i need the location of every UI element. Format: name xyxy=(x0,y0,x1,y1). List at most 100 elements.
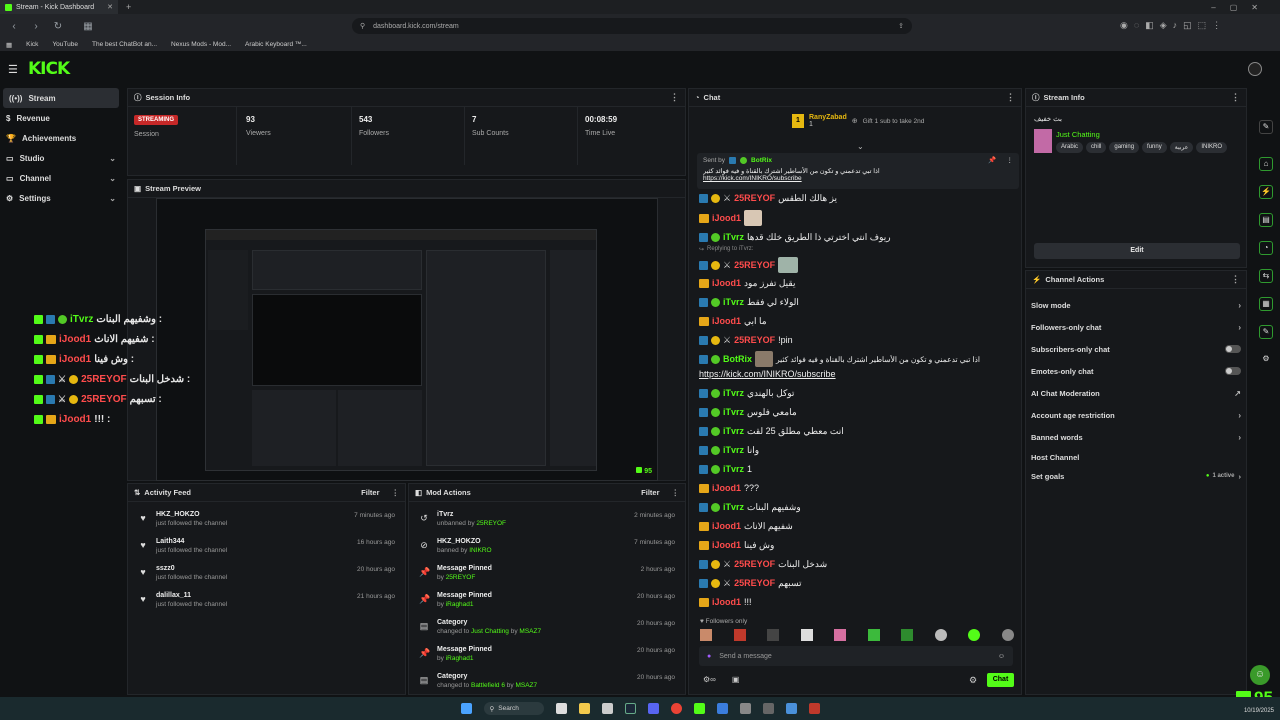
tag[interactable]: INIKRO xyxy=(1196,142,1227,153)
tag[interactable]: funny xyxy=(1142,142,1167,153)
activity-user[interactable]: Laith344 xyxy=(156,538,227,545)
apps-grid-icon[interactable]: ▦ xyxy=(82,21,94,32)
bookmark-item[interactable]: Arabic Keyboard ™... xyxy=(245,41,307,48)
more-options-icon[interactable]: ⋮ xyxy=(1231,274,1240,285)
tool-icon[interactable]: ◔ xyxy=(1259,241,1273,255)
chat-link[interactable]: https://kick.com/INIKRO/subscribe xyxy=(699,365,836,383)
tool-icon[interactable]: ⌂ xyxy=(1259,157,1273,171)
windows-start-icon[interactable] xyxy=(460,703,472,714)
tag[interactable]: عربية xyxy=(1169,142,1194,153)
forward-icon[interactable]: › xyxy=(30,21,42,32)
action-ai-moderation[interactable]: AI Chat Moderation ↗ xyxy=(1031,382,1241,404)
user-avatar[interactable] xyxy=(1248,62,1262,76)
chat-username[interactable]: iJood1 xyxy=(712,213,741,223)
stream-video[interactable]: 95 xyxy=(156,198,658,481)
mod-action-category[interactable]: Battlefield 6 xyxy=(471,682,505,689)
edit-icon[interactable]: ✎ xyxy=(1259,120,1273,134)
chat-username[interactable]: iJood1 xyxy=(712,540,741,550)
edit-button[interactable]: Edit xyxy=(1034,243,1240,259)
app-icon[interactable] xyxy=(785,703,797,714)
chat-username[interactable]: 25REYOF xyxy=(734,193,775,203)
back-icon[interactable]: ‹ xyxy=(8,21,20,32)
toggle-switch[interactable] xyxy=(1225,367,1241,375)
category-name[interactable]: Just Chatting xyxy=(1056,130,1100,139)
filter-button[interactable]: Filter xyxy=(641,488,659,497)
discord-icon[interactable] xyxy=(647,703,659,714)
action-subscribers-only[interactable]: Subscribers-only chat xyxy=(1031,338,1241,360)
bookmark-item[interactable]: The best ChatBot an... xyxy=(92,41,157,48)
app-icon[interactable] xyxy=(693,703,705,714)
more-options-icon[interactable]: ⋮ xyxy=(672,488,680,497)
mic-icon[interactable]: ● xyxy=(707,653,711,660)
tool-icon[interactable]: ⚡ xyxy=(1259,185,1273,199)
mod-action-category[interactable]: Just Chatting xyxy=(471,628,509,635)
chat-username[interactable]: iJood1 xyxy=(712,521,741,531)
tool-icon[interactable]: ✎ xyxy=(1259,325,1273,339)
more-options-icon[interactable]: ⋮ xyxy=(670,92,679,103)
action-banned-words[interactable]: Banned words › xyxy=(1031,426,1241,448)
mod-action-user[interactable]: INIKRO xyxy=(469,547,491,554)
chat-username[interactable]: iJood1 xyxy=(712,597,741,607)
mod-action-user[interactable]: 25REYOF xyxy=(476,520,506,527)
send-chat-button[interactable]: Chat xyxy=(987,673,1014,687)
chevron-down-icon[interactable]: ⌄ xyxy=(857,142,864,151)
app-icon[interactable] xyxy=(739,703,751,714)
extension-icons[interactable]: ◉◌◧◈♪◱⬚⋮ xyxy=(1120,20,1227,31)
hamburger-menu-icon[interactable]: ☰ xyxy=(8,63,18,76)
window-controls-icon[interactable]: –▢✕ xyxy=(1211,3,1280,12)
sidebar-item-studio[interactable]: ▭ Studio ⌄ xyxy=(0,148,122,168)
infinity-icon[interactable]: ⚙∞ xyxy=(703,675,716,684)
app-icon[interactable] xyxy=(601,703,613,714)
bookmark-item[interactable]: Nexus Mods - Mod... xyxy=(171,41,231,48)
file-explorer-icon[interactable] xyxy=(578,703,590,714)
action-set-goals[interactable]: Set goals ● 1 active › xyxy=(1031,465,1241,487)
site-info-icon[interactable]: ⚲ xyxy=(360,22,365,30)
pin-icon[interactable]: 📌 xyxy=(988,156,996,164)
bookmark-item[interactable]: YouTube xyxy=(52,41,78,48)
pinned-message[interactable]: Sent by BotRix 📌 ⋮ اذا تبي تدعمني و تكون من… xyxy=(697,153,1019,189)
tool-icon[interactable]: ⇆ xyxy=(1259,269,1273,283)
chat-username[interactable]: 25REYOF xyxy=(734,260,775,270)
tool-icon[interactable]: ▦ xyxy=(1259,297,1273,311)
tool-icon[interactable]: ▤ xyxy=(1259,213,1273,227)
mod-action-user[interactable]: MSAZ7 xyxy=(515,682,537,689)
action-followers-only[interactable]: Followers-only chat › xyxy=(1031,316,1241,338)
sidebar-item-stream[interactable]: ((•)) Stream xyxy=(3,88,119,108)
chat-username[interactable]: iJood1 xyxy=(712,483,741,493)
chrome-icon[interactable] xyxy=(670,703,682,714)
more-options-icon[interactable]: ⋮ xyxy=(1006,92,1015,103)
emote-strip[interactable] xyxy=(700,629,1014,641)
more-options-icon[interactable]: ⋮ xyxy=(392,488,400,497)
mod-action-user[interactable]: iRaghad1 xyxy=(446,601,474,608)
tag[interactable]: chill xyxy=(1086,142,1107,153)
chat-text[interactable]: https://kick.com/INIKRO/subscribe xyxy=(699,369,836,379)
chat-username[interactable]: iTvrz xyxy=(723,502,744,512)
mod-action-user[interactable]: iRaghad1 xyxy=(446,655,474,662)
action-emotes-only[interactable]: Emotes-only chat xyxy=(1031,360,1241,382)
app-icon[interactable] xyxy=(762,703,774,714)
chat-username[interactable]: BotRix xyxy=(723,354,752,364)
apps-icon[interactable]: ▦ xyxy=(6,41,12,49)
calendar-icon[interactable]: ▣ xyxy=(732,675,740,684)
chat-username[interactable]: iJood1 xyxy=(712,316,741,326)
activity-user[interactable]: sszz0 xyxy=(156,565,227,572)
more-options-icon[interactable]: ⋮ xyxy=(1007,156,1014,164)
share-icon[interactable]: ⇪ xyxy=(898,22,904,30)
address-bar[interactable]: ⚲ dashboard.kick.com/stream ⇪ xyxy=(352,18,912,34)
more-options-icon[interactable]: ⋮ xyxy=(1231,92,1240,103)
chat-username[interactable]: iTvrz xyxy=(723,232,744,242)
action-slow-mode[interactable]: Slow mode › xyxy=(1031,294,1241,316)
mod-action-user[interactable]: MSAZ7 xyxy=(519,628,541,635)
filter-button[interactable]: Filter xyxy=(361,488,379,497)
sidebar-item-settings[interactable]: ⚙ Settings ⌄ xyxy=(0,188,122,208)
chat-username[interactable]: 25REYOF xyxy=(734,578,775,588)
tag[interactable]: Arabic xyxy=(1056,142,1084,153)
taskview-icon[interactable] xyxy=(555,703,567,714)
new-tab-icon[interactable]: + xyxy=(126,2,131,12)
sidebar-item-channel[interactable]: ▭ Channel ⌄ xyxy=(0,168,122,188)
mod-action-user[interactable]: 25REYOF xyxy=(446,574,476,581)
chat-username[interactable]: 25REYOF xyxy=(734,335,775,345)
chat-username[interactable]: 25REYOF xyxy=(734,559,775,569)
toggle-switch[interactable] xyxy=(1225,345,1241,353)
tag[interactable]: gaming xyxy=(1109,142,1140,153)
